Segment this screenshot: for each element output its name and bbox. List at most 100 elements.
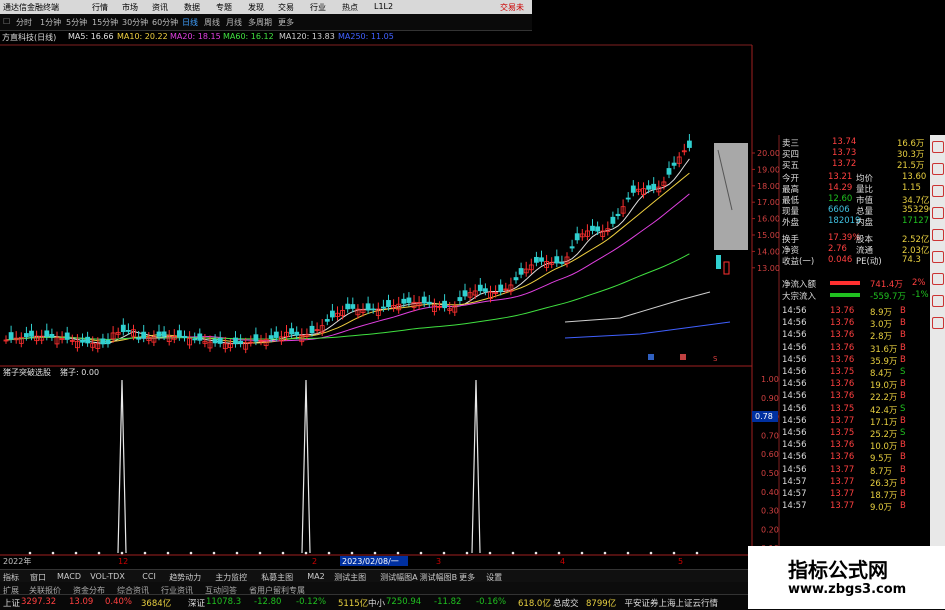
tick-cell: 14:56	[782, 428, 807, 438]
price-tick: 15.00	[757, 231, 780, 240]
candle-body	[345, 303, 351, 310]
indicator-tick: 0.60	[761, 450, 779, 459]
tick-cell: 31.6万	[870, 344, 898, 355]
candle-body	[350, 304, 356, 309]
tool-icon[interactable]	[932, 207, 944, 219]
candle-body	[401, 298, 407, 304]
candle-body	[212, 338, 218, 344]
tick-cell: 9.5万	[870, 454, 893, 465]
tick-cell: B	[900, 489, 906, 499]
tick-cell: S	[900, 367, 906, 377]
candle-body	[217, 338, 223, 344]
stat-cell: 12.60	[828, 194, 853, 204]
tick-cell: 8.4万	[870, 369, 893, 379]
candle-body	[687, 140, 692, 148]
tick-cell: B	[900, 330, 906, 341]
tick-cell: 13.77	[830, 476, 855, 487]
tool-icon[interactable]	[932, 273, 944, 285]
baseline-dot	[672, 551, 676, 555]
candle-body	[534, 256, 539, 263]
candle-body	[539, 257, 544, 262]
watermark-url: www.zbgs3.com	[788, 582, 907, 597]
indicator-spike	[471, 379, 481, 554]
status-cell: 5115亿	[338, 599, 369, 609]
tick-cell: 13.76	[830, 306, 855, 316]
book-price-1: 13.73	[832, 148, 857, 158]
flow-cell: -559.7万	[870, 292, 906, 302]
indicator-value: 猪子: 0.00	[60, 367, 99, 377]
candle-body	[49, 333, 55, 338]
tick-cell: 14:56	[782, 330, 807, 341]
candle-body	[723, 261, 730, 275]
candle-body	[273, 331, 279, 338]
candle-body	[141, 331, 147, 339]
popup-overlay	[714, 143, 748, 250]
candle-body	[559, 262, 565, 264]
baseline-dot	[626, 551, 630, 555]
candle-body	[610, 216, 616, 224]
baseline-dot	[74, 551, 78, 555]
indicator-tab[interactable]: MACD	[57, 572, 81, 581]
watermark: 指标公式网 www.zbgs3.com	[748, 546, 945, 609]
stat-cell: 1.15	[902, 183, 921, 193]
baseline-dot	[189, 551, 193, 555]
baseline-dot	[51, 551, 55, 555]
tick-cell: 9.0万	[870, 503, 893, 514]
indicator-baseline-dots	[28, 551, 699, 555]
candle-body	[233, 337, 238, 345]
book-price-2: 13.72	[832, 159, 857, 169]
flow-cell: 741.4万	[870, 280, 903, 290]
tool-icon[interactable]	[932, 163, 944, 175]
tool-icon[interactable]	[932, 317, 944, 329]
tick-cell: 14:57	[782, 501, 807, 512]
price-tick: 17.00	[757, 198, 780, 207]
tool-icon[interactable]	[932, 295, 944, 307]
chart-canvas[interactable]: 20.00 19.00 18.00 17.00 16.00 15.00 14.00 13.00…	[0, 0, 945, 609]
candle-body	[64, 332, 70, 340]
price-tick: 18.00	[757, 182, 780, 191]
candle-body	[421, 296, 427, 304]
candle-body	[651, 183, 657, 190]
candle-body	[630, 185, 636, 193]
candle-body	[176, 330, 182, 338]
tick-cell: 14:56	[782, 367, 807, 377]
status-right-cell: 平安证券上海上证云行情	[624, 599, 719, 609]
baseline-dot	[396, 551, 400, 555]
tool-icon[interactable]	[932, 229, 944, 241]
tick-cell: 14:56	[782, 306, 807, 316]
date-tick-4: 4	[560, 557, 565, 566]
status-cell: 13.09	[69, 597, 94, 607]
candle-body	[80, 339, 85, 343]
tool-icon[interactable]	[932, 251, 944, 263]
candle-body	[294, 331, 300, 336]
tick-cell: 13.75	[830, 428, 855, 438]
tool-icon[interactable]	[932, 185, 944, 197]
price-tick: 13.00	[757, 264, 780, 273]
indicator-tab[interactable]: VOL-TDX	[90, 572, 125, 581]
flow-bar	[830, 281, 860, 285]
tick-cell: 14:56	[782, 391, 807, 402]
baseline-dot	[304, 551, 308, 555]
tick-cell: 8.7万	[870, 466, 893, 477]
tick-cell: 14:57	[782, 489, 807, 499]
book-price-0: 13.74	[832, 137, 857, 147]
tick-cell: 22.2万	[870, 393, 898, 404]
tool-icon[interactable]	[932, 141, 944, 153]
book-vol-2: 21.5万	[897, 161, 925, 171]
candle-body	[716, 255, 721, 269]
tick-cell: 13.77	[830, 464, 855, 475]
indicator-tab[interactable]: CCI	[142, 572, 156, 581]
tick-cell: 19.0万	[870, 381, 898, 392]
baseline-dot	[442, 551, 446, 555]
tick-cell: 14:56	[782, 342, 807, 353]
status-cell: 中小	[368, 599, 386, 609]
tick-cell: B	[900, 391, 906, 402]
stat-cell: 13.60	[902, 172, 927, 182]
tick-cell: B	[900, 440, 906, 451]
event-marker-fin	[648, 354, 654, 360]
stat-cell: 内盘	[856, 218, 874, 228]
date-tick-5: 5	[678, 557, 683, 566]
indicator-tab[interactable]: MA2	[307, 572, 324, 581]
event-marker-s: S	[713, 355, 718, 363]
candle-body	[426, 301, 432, 305]
